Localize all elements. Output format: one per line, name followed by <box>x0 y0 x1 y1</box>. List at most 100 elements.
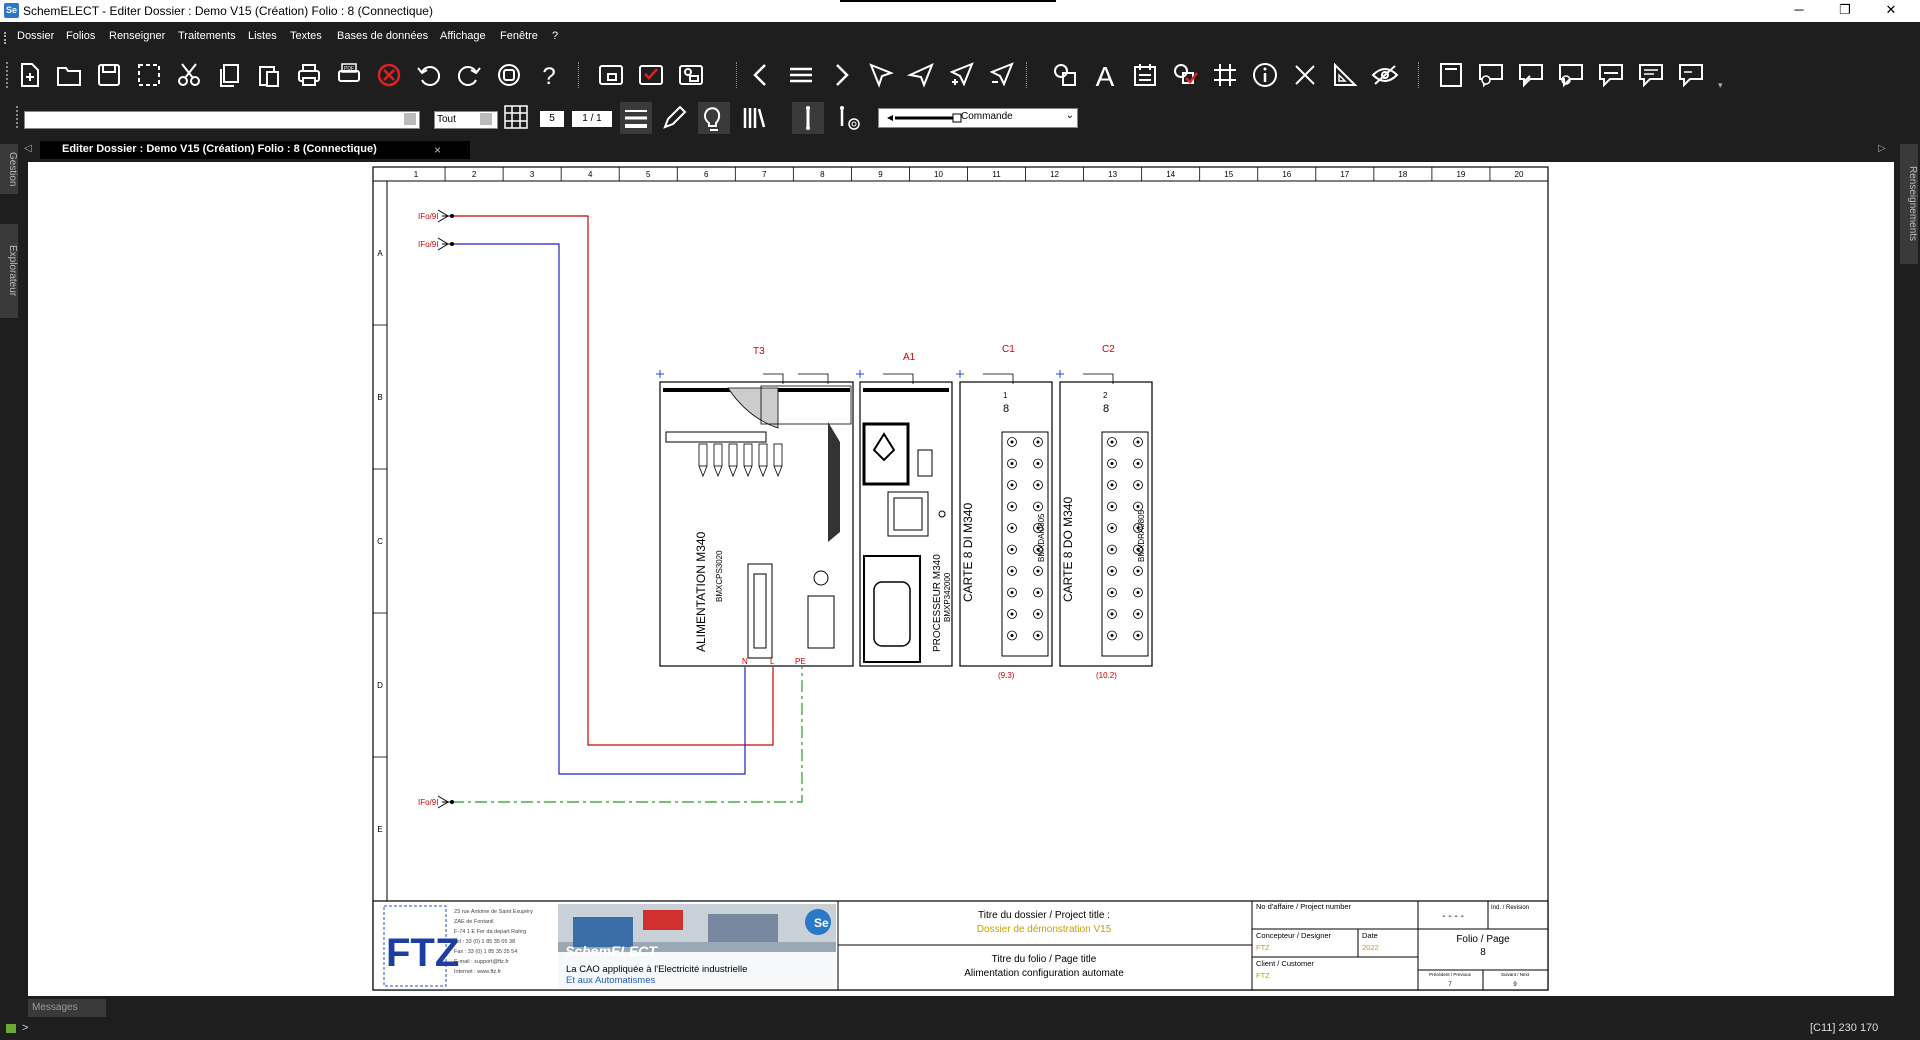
cursor-add-icon[interactable] <box>946 60 976 90</box>
tab-scroll-right-icon[interactable]: ▷ <box>1878 143 1886 154</box>
books-icon[interactable] <box>740 104 768 132</box>
pencil-icon[interactable] <box>660 104 688 132</box>
page-label: Folio / Page <box>1456 934 1510 945</box>
save-icon[interactable] <box>94 60 124 90</box>
console-prompt[interactable]: > <box>22 1022 28 1034</box>
side-tab-gestion[interactable]: Gestion <box>0 144 18 194</box>
c1-label: CARTE 8 DI M340 <box>961 503 975 602</box>
terminal-screw-center <box>1036 569 1040 573</box>
comment-settings-icon[interactable] <box>1556 60 1586 90</box>
shapes-icon[interactable] <box>1050 60 1080 90</box>
grid-icon[interactable] <box>503 104 529 130</box>
menu-textes[interactable]: Textes <box>290 30 322 42</box>
side-tab-renseignements[interactable]: Renseignements <box>1900 144 1918 264</box>
comment-link-icon[interactable] <box>1676 60 1706 90</box>
column-label: 6 <box>704 170 709 179</box>
text-icon[interactable]: A <box>1090 60 1120 92</box>
document-panel-icon[interactable] <box>1436 60 1466 90</box>
document-tab-label: Editer Dossier : Demo V15 (Création) Fol… <box>62 143 377 155</box>
hide-eye-icon[interactable] <box>1370 60 1400 90</box>
cursor-remove-icon[interactable] <box>986 60 1016 90</box>
menu-listes[interactable]: Listes <box>248 30 277 42</box>
tab-scroll-left-icon[interactable]: ◁ <box>24 143 32 154</box>
menu-help[interactable]: ? <box>552 30 558 42</box>
document-tab[interactable]: Editer Dossier : Demo V15 (Création) Fol… <box>40 141 470 159</box>
menu-dossier[interactable]: Dossier <box>17 30 54 42</box>
restore-button[interactable]: ❐ <box>1822 0 1868 22</box>
undo-icon[interactable] <box>414 60 444 90</box>
grid-step-field[interactable]: 5 <box>540 111 564 127</box>
paste-icon[interactable] <box>254 60 284 90</box>
column-label: 7 <box>762 170 767 179</box>
column-label: 9 <box>878 170 883 179</box>
menu-traitements[interactable]: Traitements <box>178 30 236 42</box>
terminal-screw-center <box>1036 440 1040 444</box>
comment-copy-icon[interactable] <box>1636 60 1666 90</box>
filter-dropdown-icon[interactable] <box>480 113 492 125</box>
toolbar-overflow-icon[interactable]: ▾ <box>1718 80 1723 91</box>
c2-label: CARTE 8 DO M340 <box>1061 497 1075 602</box>
set-square-icon[interactable] <box>1330 60 1360 90</box>
wire-vertical-icon[interactable] <box>792 102 824 134</box>
wire-settings-icon[interactable] <box>834 104 864 132</box>
command-input[interactable] <box>24 111 420 129</box>
cross-ref-2: IFo/9I <box>418 240 438 249</box>
menu-bases-de-donnees[interactable]: Bases de données <box>337 30 428 42</box>
tab-close-icon[interactable]: × <box>434 143 441 157</box>
terminal-screw-center <box>1010 548 1014 551</box>
redo-icon[interactable] <box>454 60 484 90</box>
cut-icon[interactable] <box>174 60 204 90</box>
power-supply-module[interactable] <box>659 373 854 667</box>
open-folder-icon[interactable] <box>54 60 84 90</box>
list-icon[interactable] <box>786 60 816 90</box>
folio-frame-icon[interactable] <box>596 60 626 90</box>
comment-add-icon[interactable] <box>1476 60 1506 90</box>
terminal-l: L <box>770 657 775 666</box>
terminal-screw-center <box>1136 505 1140 508</box>
row-label: D <box>377 681 383 690</box>
terminal-screw-center <box>1036 591 1040 594</box>
send-arrow-icon[interactable] <box>906 60 936 90</box>
comment-edit-icon[interactable] <box>1516 60 1546 90</box>
close-button[interactable]: ✕ <box>1868 0 1914 22</box>
comment-pencil-icon[interactable] <box>1596 60 1626 90</box>
new-file-icon[interactable] <box>14 60 44 90</box>
help-icon[interactable]: ? <box>534 60 564 90</box>
command-dropdown-icon[interactable] <box>404 113 416 125</box>
line-weight-icon[interactable] <box>620 102 652 134</box>
window-title: SchemELECT - Editer Dossier : Demo V15 (… <box>23 4 433 18</box>
menu-bar: Dossier Folios Renseigner Traitements Li… <box>0 26 1920 48</box>
cancel-icon[interactable] <box>374 60 404 90</box>
page-counter: 1 / 1 <box>572 111 612 127</box>
line-style-select[interactable]: Commande ⌄ <box>878 108 1078 128</box>
info-icon[interactable] <box>1250 60 1280 90</box>
calendar-icon[interactable] <box>1130 60 1160 90</box>
messages-tab[interactable]: Messages <box>28 999 106 1017</box>
next-icon[interactable] <box>826 60 856 90</box>
unlink-icon[interactable] <box>1170 60 1200 90</box>
side-tab-explorateur[interactable]: Explorateur <box>0 224 18 318</box>
menu-renseigner[interactable]: Renseigner <box>109 30 165 42</box>
previous-icon[interactable] <box>746 60 776 90</box>
pdf-print-icon[interactable]: PDF <box>334 60 364 90</box>
terminal-screw-center <box>1036 634 1040 637</box>
menu-fenetre[interactable]: Fenêtre <box>500 30 538 42</box>
drawing-canvas[interactable]: 1 2 3 4 5 6 7 8 9 10 11 12 13 14 15 16 17 18 19 20 ABCDE IF… <box>28 162 1894 996</box>
menu-folios[interactable]: Folios <box>66 30 95 42</box>
processor-ref: BMXP342000 <box>943 572 952 622</box>
print-icon[interactable] <box>294 60 324 90</box>
delete-x-icon[interactable] <box>1290 60 1320 90</box>
folio-info-icon[interactable] <box>676 60 706 90</box>
stop-icon[interactable] <box>494 60 524 90</box>
date-label: Date <box>1362 931 1378 940</box>
toolbar-separator <box>1418 62 1420 88</box>
menu-affichage[interactable]: Affichage <box>440 30 486 42</box>
select-area-icon[interactable] <box>134 60 164 90</box>
folio-check-icon[interactable] <box>636 60 666 90</box>
minimize-button[interactable]: ─ <box>1776 0 1822 22</box>
c2-count: 8 <box>1103 403 1109 415</box>
copy-icon[interactable] <box>214 60 244 90</box>
cursor-arrow-icon[interactable] <box>866 60 896 90</box>
lightbulb-icon[interactable] <box>698 102 730 134</box>
grid-hash-icon[interactable] <box>1210 60 1240 90</box>
